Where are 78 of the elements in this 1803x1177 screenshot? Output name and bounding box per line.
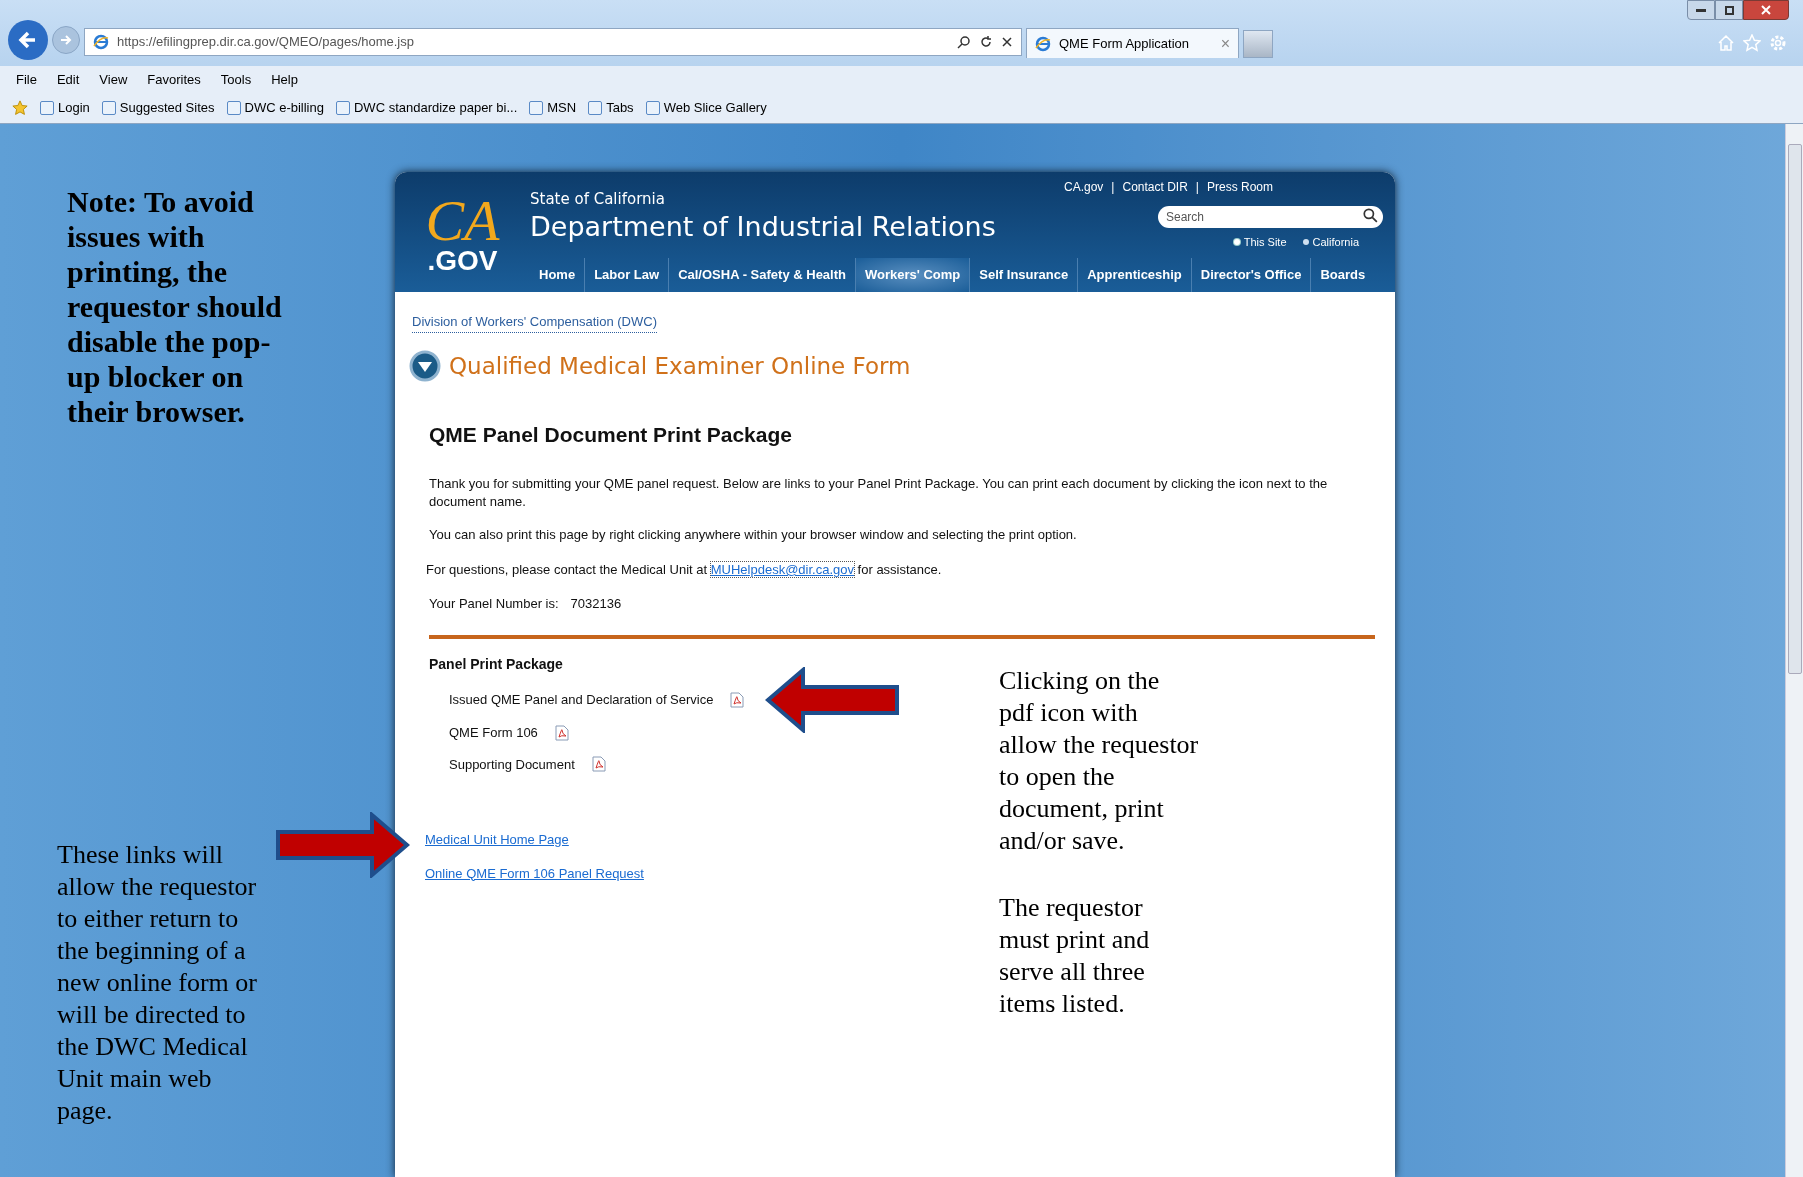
- back-button[interactable]: [8, 20, 48, 60]
- intro-paragraph: Thank you for submitting your QME panel request. Below are links to your Panel Print Package. You can print each document by clicking the icon next to the document name.: [429, 474, 1329, 511]
- favorites-star-icon[interactable]: [12, 100, 28, 116]
- nav-tab[interactable]: Self Insurance: [969, 258, 1078, 292]
- browser-page-icon: [93, 34, 109, 50]
- forward-arrow-icon: [59, 33, 73, 47]
- panel-number-label: Your Panel Number is:: [429, 594, 559, 613]
- email-link[interactable]: MUHelpdesk@dir.ca.gov: [710, 562, 854, 577]
- header-link[interactable]: Contact DIR: [1122, 178, 1188, 196]
- address-bar[interactable]: https://efilingprep.dir.ca.gov/QMEO/pages/home.jsp: [84, 28, 1022, 56]
- restore-button[interactable]: [1715, 0, 1743, 20]
- pdf-note-text: Clicking on the pdf icon with allow the requestor to open the document, print and/or save.: [999, 665, 1199, 857]
- page-link[interactable]: Medical Unit Home Page: [425, 830, 569, 850]
- close-button[interactable]: [1743, 0, 1789, 20]
- favorite-link[interactable]: MSN: [529, 98, 577, 118]
- nav-tab[interactable]: Director's Office: [1190, 258, 1311, 292]
- browser-page-icon: [1035, 35, 1051, 52]
- nav-tab[interactable]: Labor Law: [584, 258, 669, 292]
- menu-item[interactable]: Help: [271, 69, 298, 90]
- menu-item[interactable]: File: [16, 69, 37, 90]
- logo-text: .GOV: [427, 246, 498, 276]
- page-heading: QME Panel Document Print Package: [429, 422, 793, 448]
- close-icon: [1761, 5, 1771, 15]
- address-url: https://efilingprep.dir.ca.gov/QMEO/pages/home.jsp: [117, 33, 415, 52]
- favorite-link[interactable]: DWC e-billing: [226, 98, 324, 118]
- favorite-link[interactable]: DWC standardize paper bi...: [335, 98, 518, 118]
- search-icon[interactable]: [1362, 207, 1378, 223]
- stop-icon[interactable]: [1001, 36, 1013, 48]
- menu-item[interactable]: Favorites: [147, 69, 201, 90]
- nav-tab[interactable]: Cal/OSHA - Safety & Health: [668, 258, 855, 292]
- page-link[interactable]: Online QME Form 106 Panel Request: [425, 863, 644, 883]
- minimize-button[interactable]: [1687, 0, 1715, 20]
- favorite-link[interactable]: Web Slice Gallery: [645, 98, 767, 118]
- header-link[interactable]: CA.gov: [1064, 178, 1104, 196]
- forward-button[interactable]: [52, 26, 80, 54]
- serve-note-text: The requestor must print and serve all three items listed.: [999, 892, 1151, 1020]
- star-icon[interactable]: [1743, 34, 1761, 52]
- form-title: Qualified Medical Examiner Online Form: [449, 351, 911, 381]
- link-separator: |: [1111, 179, 1115, 196]
- links-note-text: These links will allow the requestor to either return to the beginning of a new online form or will be directed to the DWC Medical Unit main web page.: [57, 839, 258, 1127]
- scope-radio[interactable]: California: [1302, 234, 1359, 251]
- tab-title: QME Form Application: [1059, 34, 1191, 53]
- search-field[interactable]: Search: [1158, 206, 1383, 228]
- scrollbar[interactable]: [1785, 124, 1803, 1177]
- note-text: Note: To avoid issues with printing, the requestor should disable the pop-up blocker on their browser.: [67, 184, 282, 429]
- nav-tab[interactable]: Apprenticeship: [1077, 258, 1191, 292]
- menu-item[interactable]: Edit: [56, 69, 80, 90]
- favorite-link[interactable]: Suggested Sites: [101, 98, 215, 118]
- document-name: Issued QME Panel and Declaration of Service: [449, 691, 714, 710]
- favorite-link[interactable]: Login: [40, 98, 90, 118]
- menu-item[interactable]: Tools: [220, 69, 252, 90]
- state-label: State of California: [530, 189, 666, 210]
- arrow-icon: [275, 812, 410, 878]
- logo-text: CA: [425, 196, 500, 246]
- nav-tab[interactable]: Workers' Comp: [855, 258, 970, 292]
- print-paragraph: You can also print this page by right clicking anywhere within your browser window and selecting the print option.: [429, 525, 1078, 544]
- contact-paragraph: For questions, please contact the Medical Unit at MUHelpdesk@dir.ca.gov for assistance.: [426, 561, 943, 579]
- scope-radio[interactable]: This Site: [1233, 234, 1287, 251]
- document-name: Supporting Document: [449, 755, 575, 774]
- browser-tab[interactable]: QME Form Application ×: [1026, 28, 1239, 58]
- menu-item[interactable]: View: [99, 69, 128, 90]
- link-separator: |: [1195, 179, 1199, 196]
- nav-tab[interactable]: Boards: [1310, 258, 1375, 292]
- collapse-icon[interactable]: [409, 349, 441, 382]
- package-title: Panel Print Package: [429, 655, 564, 674]
- refresh-icon[interactable]: [979, 35, 993, 49]
- arrow-icon: [765, 667, 901, 733]
- panel-number-value: 7032136: [570, 594, 622, 613]
- pdf-icon[interactable]: [554, 724, 569, 741]
- department-title: Department of Industrial Relations: [530, 210, 996, 243]
- header-link[interactable]: Press Room: [1206, 178, 1273, 196]
- pdf-icon[interactable]: [591, 756, 606, 773]
- breadcrumb-link[interactable]: Division of Workers' Compensation (DWC): [412, 312, 657, 333]
- search-icon[interactable]: [957, 35, 971, 49]
- pdf-icon[interactable]: [730, 692, 745, 708]
- favorite-link[interactable]: Tabs: [588, 98, 634, 118]
- document-name: QME Form 106: [449, 724, 538, 742]
- nav-tab[interactable]: Home: [530, 258, 585, 292]
